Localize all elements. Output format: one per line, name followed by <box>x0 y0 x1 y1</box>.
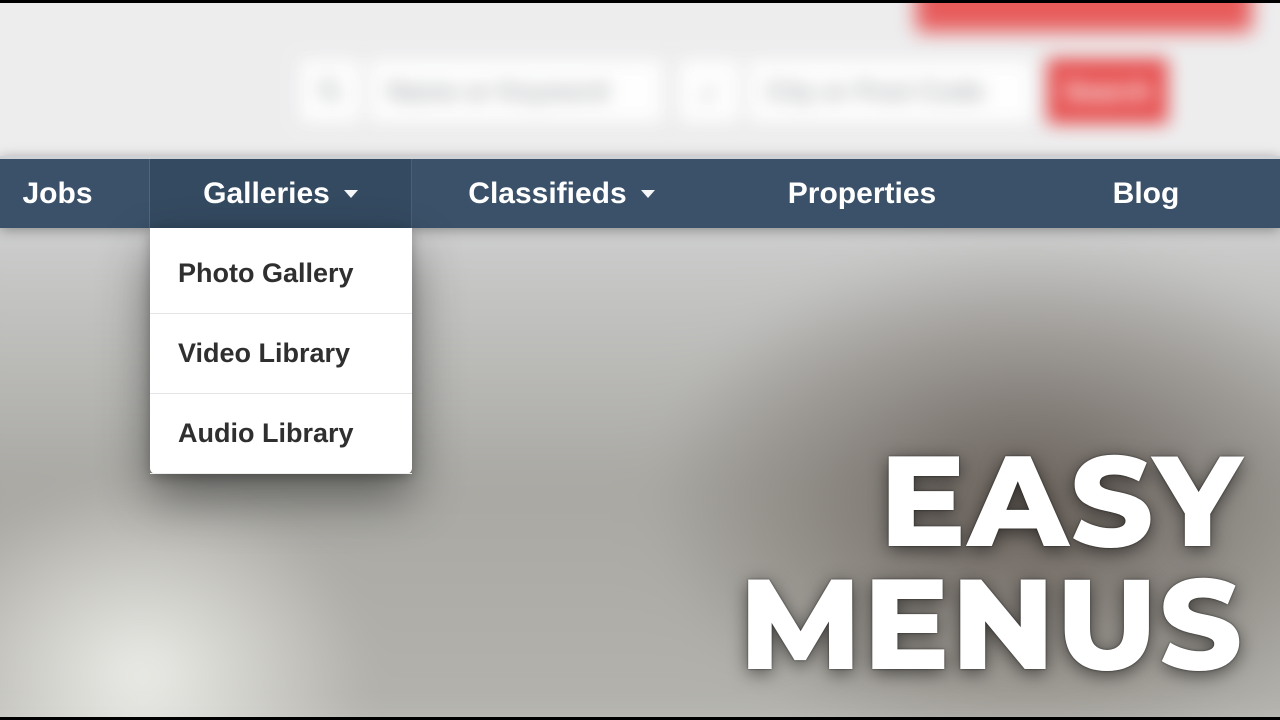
keyword-input[interactable]: Name or Keyword <box>368 58 665 124</box>
nav-item-blog[interactable]: Blog <box>1012 159 1280 228</box>
dropdown-item-photo-gallery[interactable]: Photo Gallery <box>150 234 412 314</box>
location-icon <box>677 58 741 124</box>
caption-line-2: MENUS <box>739 563 1244 686</box>
nav-item-galleries[interactable]: Galleries <box>150 159 412 228</box>
nav-item-classifieds[interactable]: Classifieds <box>412 159 712 228</box>
caption-line-1: EASY <box>739 440 1244 563</box>
nav-item-jobs[interactable]: Jobs <box>0 159 150 228</box>
nav-label: Properties <box>788 177 936 211</box>
nav-label: Jobs <box>22 177 92 211</box>
dropdown-item-audio-library[interactable]: Audio Library <box>150 394 412 474</box>
search-button[interactable]: Search <box>1047 58 1168 124</box>
nav-label: Classifieds <box>468 177 626 211</box>
chevron-down-icon <box>641 190 655 198</box>
dropdown-item-video-library[interactable]: Video Library <box>150 314 412 394</box>
nav-label: Galleries <box>203 177 330 211</box>
main-nav: Jobs Galleries Classifieds Properties Bl… <box>0 156 1280 228</box>
search-icon <box>298 58 362 124</box>
nav-item-properties[interactable]: Properties <box>712 159 1012 228</box>
cta-button-blur <box>916 0 1252 32</box>
letterbox-bar <box>0 0 1280 3</box>
location-input[interactable]: City or Post Code <box>747 58 1035 124</box>
nav-label: Blog <box>1113 177 1180 211</box>
chevron-down-icon <box>344 190 358 198</box>
galleries-dropdown: Photo Gallery Video Library Audio Librar… <box>150 228 412 474</box>
overlay-caption: EASY MENUS <box>739 440 1244 686</box>
search-bar: Name or Keyword City or Post Code Search <box>298 56 1168 126</box>
